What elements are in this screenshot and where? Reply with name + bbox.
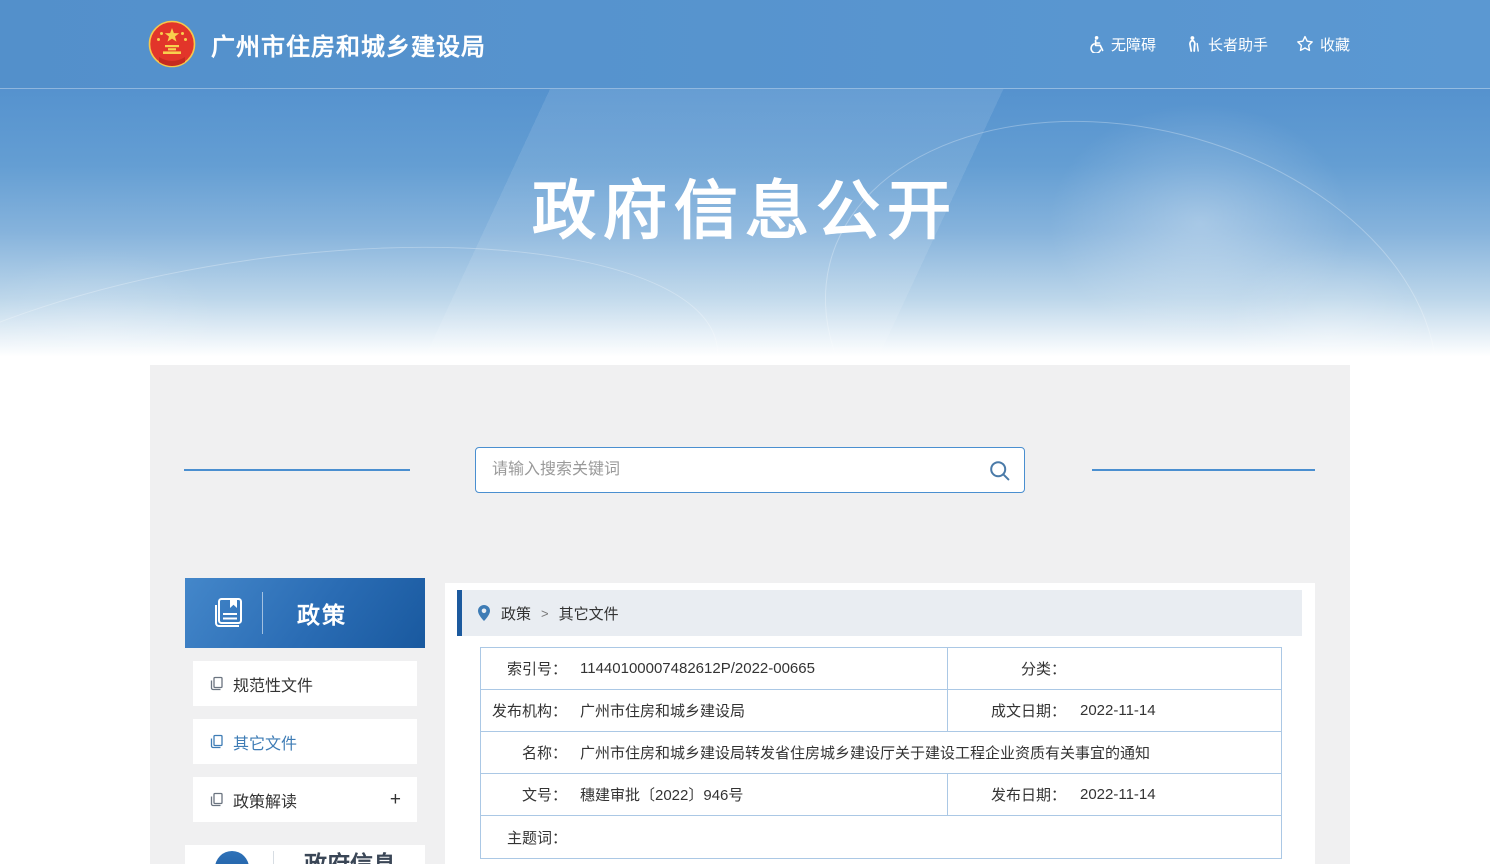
wheelchair-icon — [1087, 35, 1105, 53]
site-header: 广州市住房和城乡建设局 无障碍 长者助手 — [0, 0, 1490, 89]
field-label: 成文日期： — [948, 700, 1066, 721]
sidebar-item-normative-documents[interactable]: 规范性文件 — [193, 661, 417, 706]
sidebar-header-gov-info[interactable]: 政府信息 — [185, 845, 425, 864]
doc-icon — [209, 734, 224, 749]
sidebar-item-label: 其它文件 — [233, 730, 297, 754]
sidebar-header-divider — [262, 592, 263, 634]
search-box — [475, 447, 1025, 493]
site-brand[interactable]: 广州市住房和城乡建设局 — [148, 0, 486, 88]
document-meta-table: 索引号： 11440100007482612P/2022-00665 分类： 发… — [480, 647, 1282, 859]
page: 广州市住房和城乡建设局 无障碍 长者助手 — [0, 0, 1490, 864]
book-icon — [209, 594, 247, 632]
sidebar-item-label: 政策解读 — [233, 788, 297, 812]
field-label: 主题词： — [481, 827, 567, 848]
elder-helper-label: 长者助手 — [1208, 34, 1268, 55]
field-document-number: 文号： 穗建审批〔2022〕946号 — [481, 774, 948, 815]
field-label: 发布机构： — [481, 700, 567, 721]
field-value: 11440100007482612P/2022-00665 — [580, 660, 815, 677]
table-row: 名称： 广州市住房和城乡建设局转发省住房城乡建设厅关于建设工程企业资质有关事宜的… — [481, 732, 1281, 774]
breadcrumb-accent-bar — [457, 590, 462, 636]
search-input[interactable] — [476, 448, 1024, 492]
field-document-name: 名称： 广州市住房和城乡建设局转发省住房城乡建设厅关于建设工程企业资质有关事宜的… — [481, 732, 1281, 773]
main-panel: 政策 > 其它文件 索引号： 11440100007482612P/2022-0… — [445, 583, 1315, 864]
field-value: 广州市住房和城乡建设局 — [580, 700, 745, 721]
location-pin-icon — [476, 604, 492, 622]
accessibility-label: 无障碍 — [1111, 34, 1156, 55]
field-subject-words: 主题词： — [481, 816, 1281, 858]
utility-links: 无障碍 长者助手 收藏 — [1087, 0, 1350, 88]
field-value: 2022-11-14 — [1080, 702, 1156, 719]
breadcrumb: 政策 > 其它文件 — [457, 590, 1302, 636]
table-row: 文号： 穗建审批〔2022〕946号 发布日期： 2022-11-14 — [481, 774, 1281, 816]
field-category: 分类： — [948, 648, 1281, 689]
field-value: 广州市住房和城乡建设局转发省住房城乡建设厅关于建设工程企业资质有关事宜的通知 — [580, 742, 1150, 763]
field-issuing-agency: 发布机构： 广州市住房和城乡建设局 — [481, 690, 948, 731]
page-title: 政府信息公开 — [0, 160, 1490, 252]
sidebar-item-other-documents[interactable]: 其它文件 — [193, 719, 417, 764]
decorative-line-left — [184, 469, 410, 471]
breadcrumb-current[interactable]: 其它文件 — [559, 603, 619, 624]
field-publish-date: 发布日期： 2022-11-14 — [948, 774, 1281, 815]
breadcrumb-separator: > — [541, 606, 549, 621]
national-emblem-icon — [148, 20, 196, 68]
breadcrumb-root[interactable]: 政策 — [501, 603, 531, 624]
doc-icon — [209, 792, 224, 807]
star-icon — [1296, 35, 1314, 53]
field-label: 索引号： — [481, 658, 567, 679]
field-label: 分类： — [948, 658, 1066, 679]
search-button[interactable] — [988, 459, 1012, 483]
sidebar-item-label: 规范性文件 — [233, 672, 313, 696]
sidebar-menu: 规范性文件 其它文件 政策解读 + — [193, 648, 417, 822]
elder-icon — [1184, 35, 1202, 53]
sidebar-item-policy-interpretation[interactable]: 政策解读 + — [193, 777, 417, 822]
table-row: 发布机构： 广州市住房和城乡建设局 成文日期： 2022-11-14 — [481, 690, 1281, 732]
sidebar-header-divider — [273, 851, 274, 864]
elder-helper-link[interactable]: 长者助手 — [1184, 34, 1268, 55]
favorite-link[interactable]: 收藏 — [1296, 34, 1350, 55]
field-label: 发布日期： — [948, 784, 1066, 805]
field-label: 文号： — [481, 784, 567, 805]
sidebar-next-section-title: 政府信息 — [304, 851, 396, 864]
field-date-of-writing: 成文日期： 2022-11-14 — [948, 690, 1281, 731]
favorite-label: 收藏 — [1320, 34, 1350, 55]
table-row: 主题词： — [481, 816, 1281, 858]
field-index-number: 索引号： 11440100007482612P/2022-00665 — [481, 648, 948, 689]
decorative-line-right — [1092, 469, 1315, 471]
sidebar-section-title: 政策 — [297, 596, 347, 630]
gov-info-circle-icon — [215, 851, 249, 864]
doc-icon — [209, 676, 224, 691]
table-row: 索引号： 11440100007482612P/2022-00665 分类： — [481, 648, 1281, 690]
field-label: 名称： — [481, 742, 567, 763]
expand-plus-icon[interactable]: + — [390, 790, 401, 809]
field-value: 2022-11-14 — [1080, 786, 1156, 803]
accessibility-link[interactable]: 无障碍 — [1087, 34, 1156, 55]
banner: 政府信息公开 — [0, 88, 1490, 365]
field-value: 穗建审批〔2022〕946号 — [580, 784, 743, 805]
search-icon — [988, 459, 1012, 483]
site-title: 广州市住房和城乡建设局 — [211, 27, 486, 62]
sidebar-header-policy[interactable]: 政策 — [185, 578, 425, 648]
